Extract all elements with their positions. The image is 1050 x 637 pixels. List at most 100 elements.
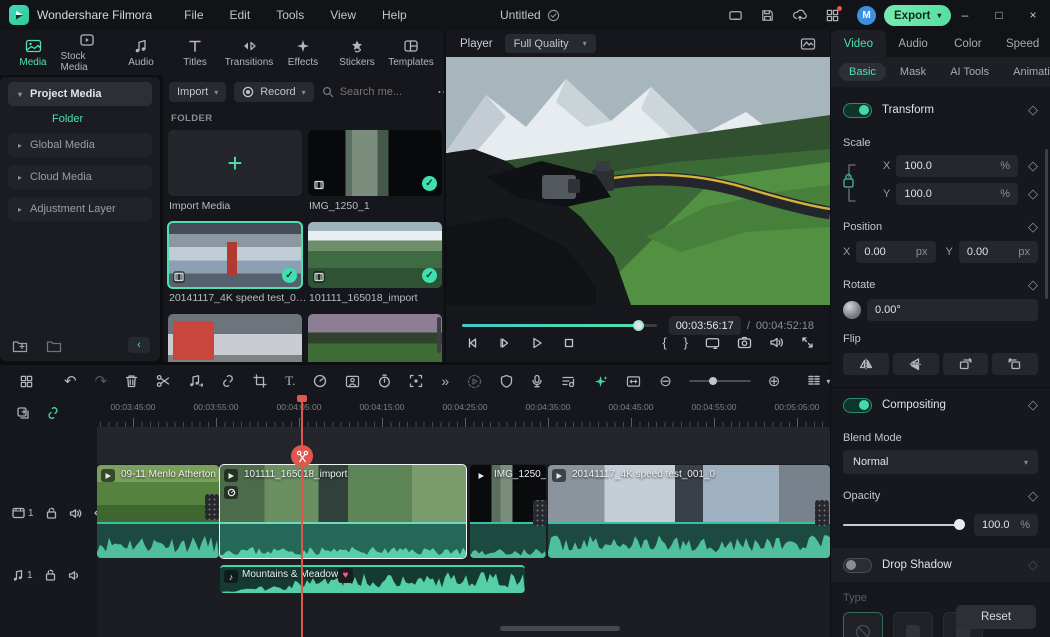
menu-edit[interactable]: Edit — [230, 8, 251, 22]
keyframe-diamond-icon[interactable]: ◇ — [1028, 158, 1038, 174]
properties-scrollbar[interactable] — [1045, 149, 1048, 299]
timeline-horizontal-scrollbar[interactable] — [500, 626, 620, 631]
opacity-knob[interactable] — [954, 519, 965, 530]
motion-tracking-icon[interactable] — [345, 375, 360, 388]
keyframe-focus-icon[interactable] — [409, 374, 423, 388]
transition-element[interactable] — [533, 500, 547, 526]
lock-track-icon[interactable] — [46, 507, 57, 519]
fullscreen-icon[interactable] — [801, 336, 814, 349]
keyframe-diamond-icon[interactable]: ◇ — [1028, 488, 1038, 504]
blend-mode-dropdown[interactable]: Normal▾ — [843, 450, 1038, 474]
seek-bar[interactable] — [462, 324, 657, 327]
collapse-sidebar-button[interactable]: ‹ — [128, 337, 150, 353]
video-preview[interactable] — [446, 57, 830, 305]
track-manager-icon[interactable] — [807, 374, 821, 388]
scale-lock-icon[interactable] — [841, 159, 857, 207]
preview-on-device-icon[interactable] — [705, 336, 720, 350]
menu-file[interactable]: File — [184, 8, 203, 22]
timeline-clip-101111-selected[interactable]: 101111_165018_import — [220, 465, 466, 558]
preview-render-icon[interactable] — [467, 374, 482, 389]
sidebar-item-global-media[interactable]: ▸ Global Media — [8, 133, 152, 157]
previous-frame-button[interactable] — [466, 336, 480, 350]
subtab-basic[interactable]: Basic — [839, 63, 886, 81]
rotate-input[interactable]: 0.00° — [867, 299, 1038, 321]
keyframe-diamond-icon[interactable]: ◇ — [1028, 102, 1038, 118]
keyframe-diamond-icon[interactable]: ◇ — [1028, 219, 1038, 235]
sidebar-item-folder[interactable]: Folder — [52, 113, 160, 125]
search-input[interactable] — [340, 86, 422, 98]
lock-track-icon[interactable] — [45, 569, 56, 581]
position-x-input[interactable]: 0.00px — [856, 241, 935, 263]
zoom-knob[interactable] — [709, 377, 717, 385]
timeline-ruler[interactable]: 00:03:45:00 00:03:55:00 00:04:05:00 00:0… — [97, 398, 830, 427]
workspace-grid-icon[interactable] — [825, 8, 840, 23]
redo-icon[interactable]: ↷ — [95, 372, 108, 390]
more-options-icon[interactable]: ··· — [438, 85, 444, 99]
crop-icon[interactable] — [253, 374, 267, 388]
zoom-out-icon[interactable]: ⊖ — [659, 372, 672, 390]
timeline-zoom-slider[interactable] — [689, 380, 751, 382]
sidebar-item-adjustment-layer[interactable]: ▸ Adjustment Layer — [8, 197, 152, 221]
transition-element[interactable] — [815, 500, 829, 526]
sidebar-item-project-media[interactable]: ▾ Project Media — [8, 82, 152, 106]
timeline-clip-4k-speed[interactable]: 20141117_4K speed test_001_0 — [548, 465, 830, 558]
mute-track-icon[interactable] — [69, 508, 82, 519]
speed-icon[interactable] — [313, 374, 327, 388]
render-timer-icon[interactable] — [378, 374, 391, 388]
media-item-4k-speed-test[interactable]: ✓ — [168, 222, 302, 288]
project-title[interactable]: Untitled — [500, 8, 541, 22]
import-media-cell[interactable]: + — [168, 130, 302, 196]
drop-shadow-toggle[interactable] — [843, 558, 872, 573]
media-item-truck[interactable] — [168, 314, 302, 362]
media-scrollbar[interactable] — [437, 317, 441, 353]
opacity-input[interactable]: 100.0% — [974, 514, 1038, 536]
tab-transitions[interactable]: Transitions — [223, 38, 276, 68]
zoom-in-icon[interactable]: ⊕ — [768, 372, 781, 390]
media-browser-toggle-icon[interactable] — [19, 374, 34, 389]
rotate-ccw-button[interactable] — [992, 353, 1038, 375]
flip-vertical-button[interactable] — [893, 353, 939, 375]
record-button[interactable]: Record▾ — [234, 82, 313, 102]
shadow-type-solid-button[interactable] — [893, 612, 933, 637]
duplicate-icon[interactable] — [16, 406, 30, 420]
subtab-mask[interactable]: Mask — [890, 63, 936, 81]
tab-titles[interactable]: Titles — [169, 38, 222, 68]
shadow-type-none-button[interactable] — [843, 612, 883, 637]
rotate-dial[interactable] — [843, 301, 861, 319]
volume-icon[interactable] — [769, 336, 784, 349]
menu-view[interactable]: View — [330, 8, 356, 22]
tab-templates[interactable]: Templates — [385, 38, 438, 68]
media-search[interactable] — [322, 86, 422, 98]
tab-effects[interactable]: Effects — [277, 38, 330, 68]
new-folder-icon[interactable] — [12, 339, 28, 353]
ai-enhance-icon[interactable] — [593, 374, 608, 389]
sidebar-item-cloud-media[interactable]: ▸ Cloud Media — [8, 165, 152, 189]
tab-audio[interactable]: Audio — [115, 38, 168, 68]
position-y-input[interactable]: 0.00px — [959, 241, 1038, 263]
timeline-audio-clip[interactable]: ♪ Mountains & Meadows ♥ — [220, 565, 525, 593]
mute-track-icon[interactable] — [68, 570, 81, 581]
device-switch-icon[interactable] — [728, 8, 743, 23]
scale-x-input[interactable]: 100.0% — [896, 155, 1018, 177]
keyframe-diamond-icon[interactable]: ◇ — [1028, 277, 1038, 293]
voiceover-mic-icon[interactable] — [531, 374, 543, 388]
audio-mixer-icon[interactable] — [561, 375, 575, 388]
compositing-toggle[interactable] — [843, 398, 872, 413]
close-button[interactable]: × — [1016, 8, 1050, 22]
next-frame-button[interactable] — [498, 336, 512, 350]
mark-out-button[interactable]: } — [684, 335, 688, 350]
play-button[interactable] — [530, 336, 544, 350]
tab-stickers[interactable]: Stickers — [331, 38, 384, 68]
flip-horizontal-button[interactable] — [843, 353, 889, 375]
timeline-clip-menlo[interactable]: 09-11 Menlo Atherton — [97, 465, 219, 558]
tab-video[interactable]: Video — [831, 30, 886, 57]
keyframe-diamond-icon[interactable]: ◇ — [1028, 397, 1038, 413]
tab-color[interactable]: Color — [941, 30, 996, 57]
shield-icon[interactable] — [500, 374, 513, 388]
playhead-split-button[interactable] — [291, 445, 313, 467]
mark-in-button[interactable]: { — [662, 335, 666, 350]
keyframe-diamond-icon[interactable]: ◇ — [1028, 186, 1038, 202]
delete-icon[interactable] — [125, 374, 138, 388]
track-manager-caret-icon[interactable]: ▾ — [826, 377, 830, 386]
folder-icon[interactable] — [46, 339, 62, 353]
